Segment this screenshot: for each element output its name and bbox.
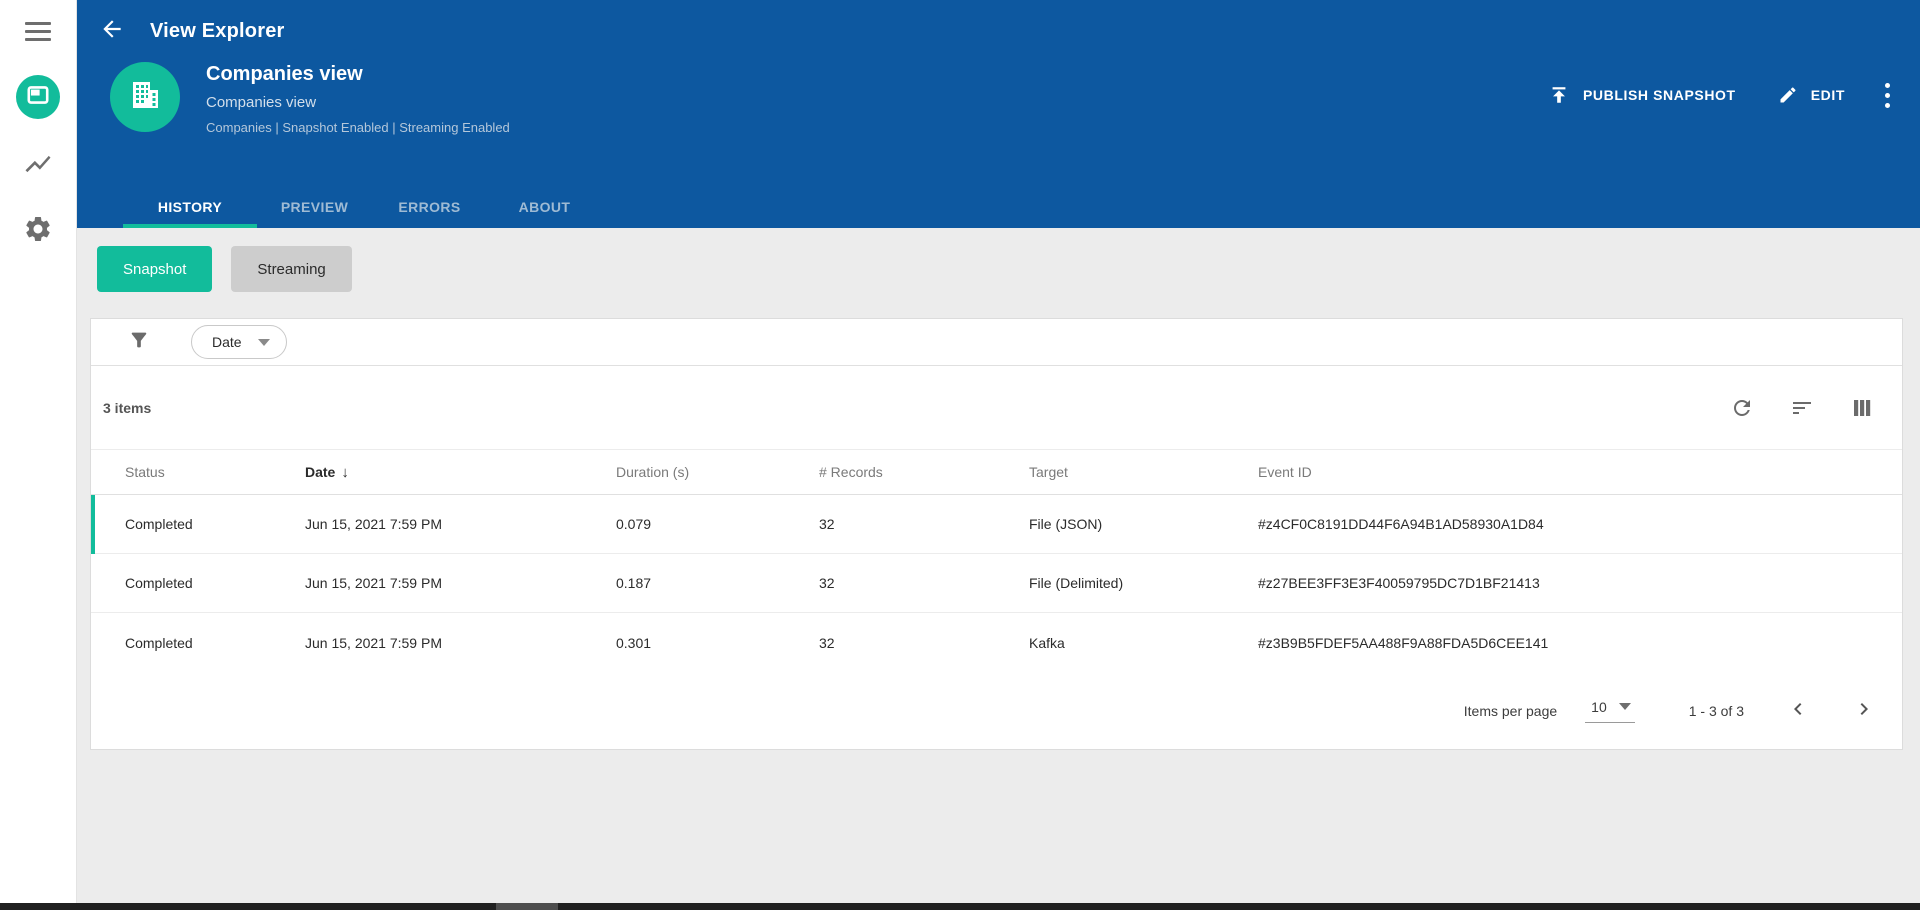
snapshot-toggle-button[interactable]: Snapshot: [97, 246, 213, 292]
table-row[interactable]: Completed Jun 15, 2021 7:59 PM 0.187 32 …: [91, 554, 1902, 613]
pagination-bar: Items per page 10 1 - 3 of 3: [91, 672, 1902, 749]
view-explorer-app: View Explorer Companies view Companies v…: [0, 0, 1920, 910]
items-per-page-label: Items per page: [1463, 702, 1558, 719]
toolbar-icons: [1694, 396, 1874, 420]
column-header-date[interactable]: Date ↓: [305, 464, 616, 481]
publish-snapshot-button[interactable]: PUBLISH SNAPSHOT: [1548, 84, 1736, 106]
sidebar: [0, 0, 77, 903]
chevron-down-icon: [1618, 702, 1631, 710]
top-bar: View Explorer: [77, 0, 1920, 62]
edit-label: EDIT: [1810, 87, 1845, 103]
tab-preview[interactable]: PREVIEW: [257, 185, 372, 228]
pencil-icon: [1778, 85, 1798, 105]
tab-history[interactable]: HISTORY: [123, 185, 257, 228]
cell-records: 32: [819, 575, 835, 591]
column-header-event-id[interactable]: Event ID: [1258, 464, 1902, 480]
cell-status: Completed: [125, 634, 193, 651]
sort-icon[interactable]: [1790, 396, 1814, 420]
cell-records: 32: [819, 634, 835, 651]
page-size-value: 10: [1591, 698, 1607, 715]
history-content: Snapshot Streaming Date 3 items Status D…: [77, 228, 1920, 750]
filter-bar: Date: [91, 319, 1902, 366]
page-title: View Explorer: [150, 19, 285, 42]
table-toolbar: 3 items: [91, 366, 1902, 450]
more-options-button[interactable]: [1885, 80, 1890, 110]
date-filter-label: Date: [212, 334, 242, 350]
table-row[interactable]: Completed Jun 15, 2021 7:59 PM 0.079 32 …: [91, 495, 1902, 554]
sort-descending-icon: ↓: [341, 463, 349, 481]
cell-date: Jun 15, 2021 7:59 PM: [305, 516, 442, 532]
streaming-toggle-button[interactable]: Streaming: [231, 246, 352, 292]
column-header-date-label: Date: [305, 463, 336, 480]
page-size-select[interactable]: 10: [1585, 699, 1635, 723]
sidebar-item-settings[interactable]: [23, 214, 53, 249]
view-meta: Companies | Snapshot Enabled | Streaming…: [206, 120, 510, 135]
cell-event-id: #z3B9B5FDEF5AA488F9A88FDA5D6CEE141: [1258, 634, 1549, 651]
mode-toggle: Snapshot Streaming: [77, 228, 1920, 292]
columns-icon[interactable]: [1850, 396, 1874, 420]
items-count: 3 items: [103, 399, 152, 416]
header-actions: PUBLISH SNAPSHOT EDIT: [1548, 80, 1920, 110]
cell-records: 32: [819, 516, 835, 532]
cell-event-id: #z27BEE3FF3E3F40059795DC7D1BF21413: [1258, 575, 1540, 591]
cell-target: Kafka: [1029, 634, 1065, 651]
cell-duration: 0.187: [616, 575, 652, 591]
tab-errors[interactable]: ERRORS: [372, 185, 487, 228]
chevron-left-icon: [1786, 697, 1810, 724]
cell-duration: 0.079: [616, 516, 652, 532]
selected-row-marker: [91, 495, 95, 554]
chevron-down-icon: [257, 338, 270, 346]
building-icon: [125, 75, 165, 120]
upload-icon: [1548, 84, 1570, 106]
table-row[interactable]: Completed Jun 15, 2021 7:59 PM 0.301 32 …: [91, 613, 1902, 672]
cell-event-id: #z4CF0C8191DD44F6A94B1AD58930A1D84: [1258, 516, 1544, 532]
view-subtitle: Companies view: [206, 94, 317, 111]
arrow-back-icon: [99, 16, 125, 47]
page-header: View Explorer Companies view Companies v…: [77, 0, 1920, 228]
cell-status: Completed: [125, 516, 193, 532]
column-header-target[interactable]: Target: [1029, 464, 1258, 480]
cell-date: Jun 15, 2021 7:59 PM: [305, 634, 442, 651]
sidebar-item-views[interactable]: [16, 75, 60, 119]
date-filter-chip[interactable]: Date: [191, 325, 287, 359]
previous-page-button[interactable]: [1786, 697, 1810, 724]
column-header-status[interactable]: Status: [91, 464, 305, 480]
folder-view-icon: [25, 82, 51, 113]
horizontal-scrollbar[interactable]: [0, 903, 1920, 910]
next-page-button[interactable]: [1852, 697, 1876, 724]
main-area: View Explorer Companies view Companies v…: [77, 0, 1920, 903]
edit-button[interactable]: EDIT: [1778, 85, 1845, 105]
scrollbar-thumb[interactable]: [496, 903, 558, 910]
cell-target: File (JSON): [1029, 516, 1103, 532]
tab-about[interactable]: ABOUT: [487, 185, 602, 228]
column-header-records[interactable]: # Records: [819, 464, 1029, 480]
cell-duration: 0.301: [616, 634, 652, 651]
filter-funnel-icon[interactable]: [128, 329, 150, 356]
tab-bar: HISTORY PREVIEW ERRORS ABOUT: [77, 185, 602, 228]
pagination-range: 1 - 3 of 3: [1688, 702, 1744, 719]
sidebar-item-monitoring[interactable]: [23, 149, 53, 184]
refresh-icon[interactable]: [1730, 396, 1754, 420]
back-button[interactable]: [94, 13, 130, 49]
cell-target: File (Delimited): [1029, 575, 1124, 591]
view-title: Companies view: [206, 63, 363, 85]
hamburger-menu-icon[interactable]: [25, 22, 51, 41]
cell-date: Jun 15, 2021 7:59 PM: [305, 575, 442, 591]
chevron-right-icon: [1852, 697, 1876, 724]
publish-snapshot-label: PUBLISH SNAPSHOT: [1582, 87, 1736, 103]
line-chart-icon: [23, 149, 53, 184]
column-header-duration[interactable]: Duration (s): [616, 464, 819, 480]
view-texts: Companies view Companies view Companies …: [206, 62, 510, 135]
gear-icon: [23, 214, 53, 249]
cell-status: Completed: [125, 575, 193, 591]
table-header-row: Status Date ↓ Duration (s) # Records Targ…: [91, 450, 1902, 495]
view-avatar: [110, 62, 180, 132]
history-card: Date 3 items Status Date ↓ Duration (s) …: [90, 318, 1903, 750]
view-info-row: Companies view Companies view Companies …: [77, 62, 1920, 135]
